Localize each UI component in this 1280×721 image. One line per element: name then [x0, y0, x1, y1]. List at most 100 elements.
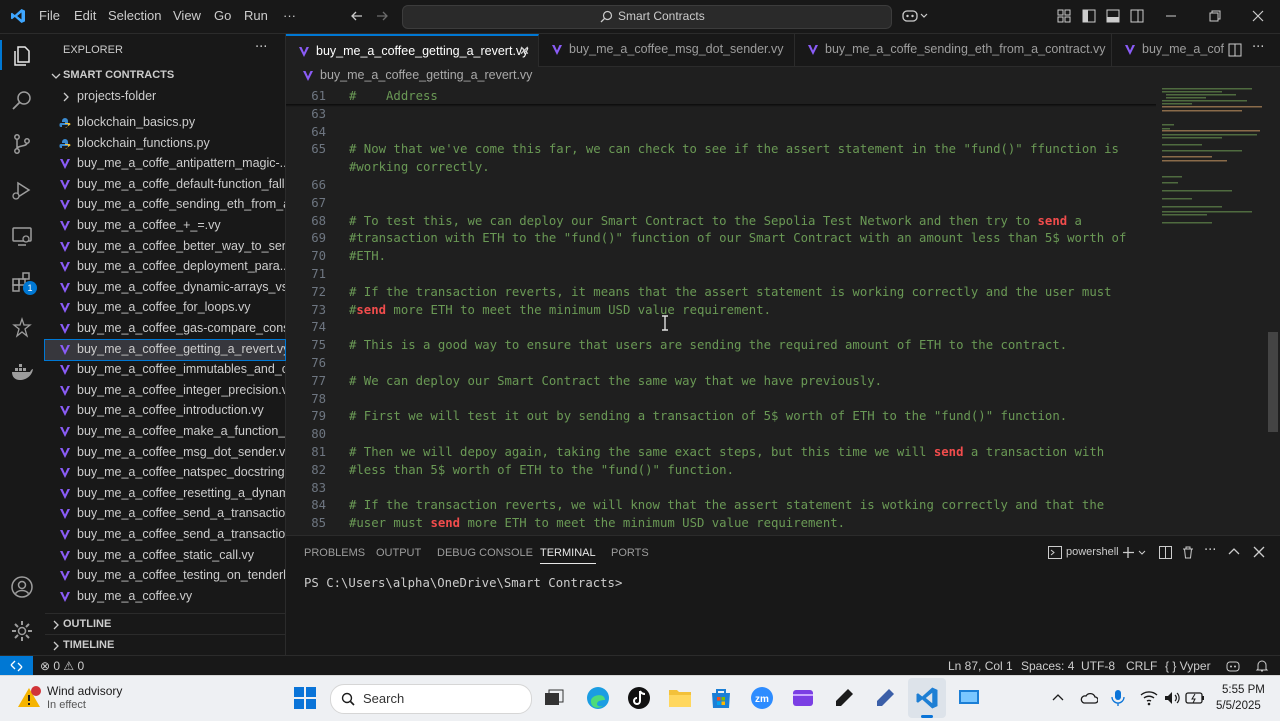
- shell-name[interactable]: powershell: [1066, 546, 1119, 558]
- scrollbar-thumb[interactable]: [1268, 332, 1278, 432]
- indentation[interactable]: Spaces: 4: [1021, 659, 1074, 673]
- file-item[interactable]: buy_me_a_coffee.vy: [45, 587, 285, 607]
- vscode-taskbar-button[interactable]: [908, 678, 946, 718]
- file-item[interactable]: buy_me_a_coffee_send_a_transaction...: [45, 525, 285, 545]
- tab-overflow[interactable]: buy_me_a_coff: [1112, 34, 1224, 66]
- tab-terminal[interactable]: TERMINAL: [540, 547, 596, 564]
- weather-title[interactable]: Wind advisory: [47, 684, 122, 698]
- menu-go[interactable]: Go: [214, 8, 231, 23]
- gear-icon[interactable]: [10, 619, 34, 643]
- notifications-bell-icon[interactable]: [1255, 659, 1269, 673]
- wifi-icon[interactable]: [1140, 690, 1158, 706]
- forward-arrow-icon[interactable]: [375, 9, 389, 23]
- file-item[interactable]: blockchain_basics.py: [45, 113, 285, 133]
- file-item[interactable]: buy_me_a_coffee_dynamic-arrays_vs...: [45, 278, 285, 298]
- copilot-icon[interactable]: [902, 8, 930, 24]
- windows-start-icon[interactable]: [294, 687, 316, 709]
- file-item[interactable]: blockchain_functions.py: [45, 134, 285, 154]
- code-line[interactable]: # Address: [349, 89, 438, 103]
- remote-explorer-icon[interactable]: [10, 224, 34, 248]
- editor-scrollbar[interactable]: [1266, 86, 1280, 534]
- tab-sending-eth-from-a-contract[interactable]: buy_me_a_coffe_sending_eth_from_a_contra…: [795, 34, 1112, 66]
- file-item[interactable]: buy_me_a_coffee_getting_a_revert.vy: [44, 338, 286, 361]
- tab-output[interactable]: OUTPUT: [376, 547, 421, 559]
- code-line[interactable]: # Now that we've come this far, we can c…: [349, 142, 1119, 156]
- file-item[interactable]: buy_me_a_coffee_for_loops.vy: [45, 298, 285, 318]
- edge-browser-icon[interactable]: [586, 686, 610, 710]
- weather-warning-icon[interactable]: [16, 685, 42, 711]
- new-terminal-icon[interactable]: [1122, 546, 1148, 559]
- file-explorer-icon[interactable]: [668, 687, 692, 709]
- source-control-icon[interactable]: [10, 132, 34, 156]
- pen-app-2-icon[interactable]: [873, 686, 897, 710]
- minimize-icon[interactable]: [1164, 9, 1178, 23]
- file-item[interactable]: buy_me_a_coffee_testing_on_tenderl...: [45, 566, 285, 586]
- file-item[interactable]: buy_me_a_coffee_deployment_para...: [45, 257, 285, 277]
- line-ending[interactable]: CRLF: [1126, 659, 1157, 673]
- customize-layout-icon[interactable]: [1057, 9, 1071, 23]
- remote-desktop-icon[interactable]: [957, 686, 981, 710]
- pen-app-icon[interactable]: [832, 686, 856, 710]
- back-arrow-icon[interactable]: [350, 9, 364, 23]
- folder-projects[interactable]: projects-folder: [45, 87, 285, 107]
- language-mode[interactable]: { } Vyper: [1165, 659, 1211, 673]
- file-item[interactable]: buy_me_a_coffee_send_a_transaction...: [45, 504, 285, 524]
- file-item[interactable]: buy_me_a_coffe_antipattern_magic-...: [45, 154, 285, 174]
- code-line[interactable]: # If the transaction reverts, we will kn…: [349, 498, 1104, 512]
- problems-indicator[interactable]: ⊗ 0 ⚠ 0: [40, 659, 84, 673]
- maximize-panel-icon[interactable]: [1228, 546, 1240, 558]
- file-item[interactable]: buy_me_a_coffee_resetting_a_dynam...: [45, 484, 285, 504]
- minimap[interactable]: [1156, 86, 1266, 534]
- code-line[interactable]: #transaction with ETH to the "fund()" fu…: [349, 231, 1126, 245]
- code-line[interactable]: # To test this, we can deploy our Smart …: [349, 214, 1082, 228]
- microphone-icon[interactable]: [1111, 689, 1125, 707]
- menu-file[interactable]: File: [39, 8, 60, 23]
- code-line[interactable]: # Then we will depoy again, taking the s…: [349, 445, 1104, 459]
- close-tab-button[interactable]: ✕: [519, 43, 530, 59]
- timeline-section[interactable]: TIMELINE: [45, 634, 285, 655]
- tiktok-icon[interactable]: [627, 686, 651, 710]
- menu-view[interactable]: View: [173, 8, 201, 23]
- split-terminal-icon[interactable]: [1159, 546, 1172, 559]
- close-window-icon[interactable]: [1251, 9, 1265, 23]
- cursor-position[interactable]: Ln 87, Col 1: [948, 659, 1013, 673]
- menu-edit[interactable]: Edit: [74, 8, 96, 23]
- editor-more-button[interactable]: ···: [1252, 40, 1264, 55]
- volume-icon[interactable]: [1163, 690, 1181, 706]
- microsoft-store-icon[interactable]: [709, 686, 733, 710]
- code-line[interactable]: #working correctly.: [349, 160, 490, 174]
- onedrive-icon[interactable]: [1080, 690, 1098, 706]
- clock-date[interactable]: 5/5/2025: [1216, 700, 1261, 712]
- explorer-icon[interactable]: [10, 44, 34, 68]
- run-debug-icon[interactable]: [10, 178, 34, 202]
- menu-run[interactable]: Run: [244, 8, 268, 23]
- code-line[interactable]: # First we will test it out by sending a…: [349, 409, 1067, 423]
- file-item[interactable]: buy_me_a_coffee_integer_precision.vy: [45, 381, 285, 401]
- taskbar-search-box[interactable]: Search: [330, 684, 532, 714]
- command-center-search[interactable]: Smart Contracts: [402, 5, 892, 29]
- split-editor-icon[interactable]: [1228, 43, 1242, 57]
- tab-msg-dot-sender[interactable]: buy_me_a_coffee_msg_dot_sender.vy: [539, 34, 795, 66]
- account-icon[interactable]: [10, 575, 34, 599]
- code-line[interactable]: # This is a good way to ensure that user…: [349, 338, 1067, 352]
- trash-icon[interactable]: [1182, 546, 1194, 559]
- vscode-logo-icon[interactable]: [10, 8, 26, 24]
- terminal-prompt[interactable]: PS C:\Users\alpha\OneDrive\Smart Contrac…: [304, 576, 622, 590]
- code-line[interactable]: #less than 5$ worth of ETH to the "fund(…: [349, 463, 734, 477]
- restore-icon[interactable]: [1208, 9, 1222, 23]
- copilot-status-icon[interactable]: [1226, 659, 1240, 673]
- file-item[interactable]: buy_me_a_coffee_introduction.vy: [45, 401, 285, 421]
- file-item[interactable]: buy_me_a_coffee_natspec_docstring...: [45, 463, 285, 483]
- toggle-panel-icon[interactable]: [1106, 9, 1120, 23]
- testing-icon[interactable]: [10, 316, 34, 340]
- file-item[interactable]: buy_me_a_coffee_gas-compare_cons...: [45, 319, 285, 339]
- file-item[interactable]: buy_me_a_coffee_better_way_to_sen...: [45, 237, 285, 257]
- code-line[interactable]: # If the transaction reverts, it means t…: [349, 285, 1112, 299]
- code-line[interactable]: # We can deploy our Smart Contract the s…: [349, 374, 882, 388]
- toggle-primary-sidebar-icon[interactable]: [1082, 9, 1096, 23]
- code-editor[interactable]: 61 # Address 63 64 65 # Now that we've come t…: [286, 86, 1156, 548]
- tab-debug-console[interactable]: DEBUG CONSOLE: [437, 547, 533, 559]
- file-item[interactable]: buy_me_a_coffe_default-function_fall...: [45, 175, 285, 195]
- menu-selection[interactable]: Selection: [108, 8, 161, 23]
- tab-ports[interactable]: PORTS: [611, 547, 649, 559]
